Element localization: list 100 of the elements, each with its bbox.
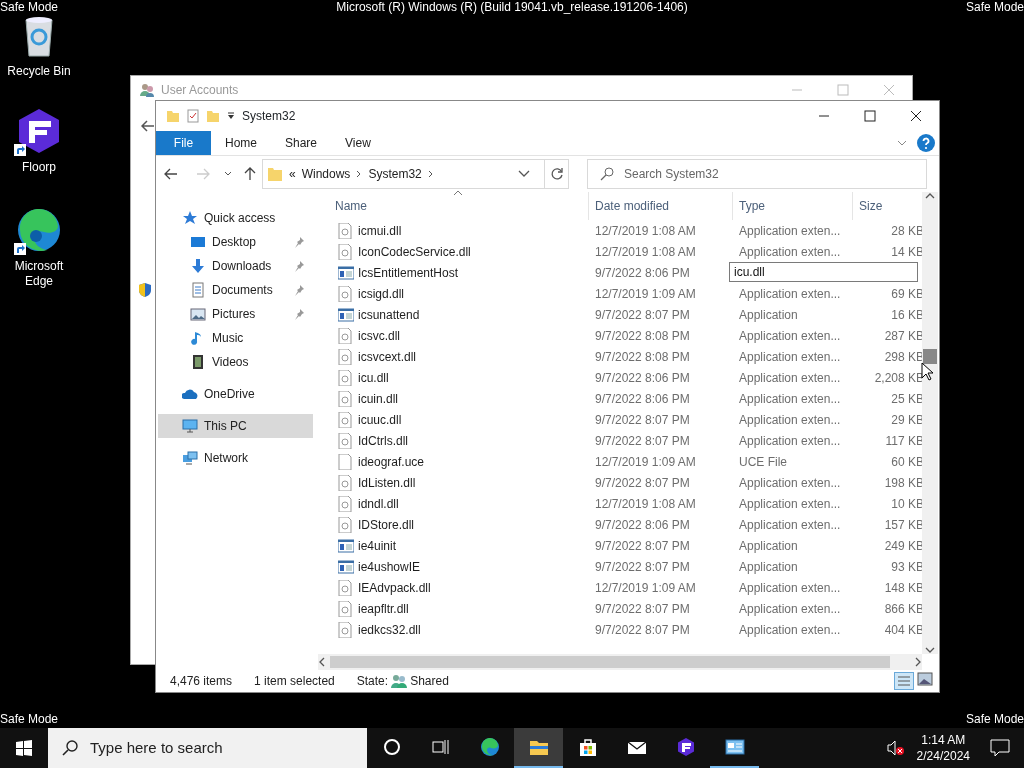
desktop-icon-label[interactable]: Microsoft Edge <box>0 259 78 289</box>
column-header[interactable]: Name <box>329 192 589 220</box>
nav-item[interactable]: Downloads <box>158 254 313 278</box>
date-cell-text: 12/7/2019 1:09 AM <box>594 453 697 471</box>
chevron-down-icon[interactable] <box>224 171 232 177</box>
column-header[interactable]: Type <box>733 192 853 220</box>
help-icon[interactable] <box>917 134 935 152</box>
file-name[interactable]: icsvc.dll <box>329 326 589 345</box>
sort-caret-icon <box>453 190 463 196</box>
type-cell-text: Application exten... <box>738 579 842 597</box>
nav-item[interactable]: Pictures <box>158 302 313 326</box>
overflow-chevron[interactable]: « <box>289 165 296 183</box>
file-name[interactable]: icsvcext.dll <box>329 347 589 366</box>
control-panel-icon[interactable] <box>724 737 745 757</box>
scroll-left-icon[interactable] <box>318 657 326 667</box>
horizontal-scrollbar[interactable] <box>318 654 922 670</box>
file-name[interactable]: ie4uinit <box>329 536 589 555</box>
file-name[interactable]: icuuc.dll <box>329 410 589 429</box>
up-arrow-icon[interactable] <box>244 167 256 181</box>
checklist-icon[interactable] <box>186 109 200 123</box>
type-cell-text: Application exten... <box>738 390 842 408</box>
type-cell-text: Application exten... <box>738 327 842 345</box>
swirl-logo-icon[interactable] <box>479 737 500 757</box>
nav-item[interactable]: Network <box>158 446 313 470</box>
file-name[interactable]: icmui.dll <box>329 221 589 240</box>
dll-file-icon <box>338 495 354 512</box>
back-arrow-icon[interactable] <box>164 168 178 180</box>
file-name[interactable]: IconCodecService.dll <box>329 242 589 261</box>
file-name[interactable]: IEAdvpack.dll <box>329 578 589 597</box>
clock-time[interactable]: 1:14 AM <box>916 732 970 748</box>
chevron-down-icon[interactable] <box>518 170 530 178</box>
type-cell-text: Application exten... <box>738 474 842 492</box>
taskbar-search-field[interactable]: Type here to search <box>48 728 367 768</box>
vertical-scrollbar[interactable] <box>922 192 938 654</box>
cursor-icon <box>921 362 933 381</box>
breadcrumb[interactable]: System32 <box>368 165 422 183</box>
scroll-up-icon[interactable] <box>925 192 935 200</box>
refresh-icon[interactable] <box>549 167 564 181</box>
shopping-bag-icon[interactable] <box>577 737 598 757</box>
notification-icon[interactable] <box>990 739 1010 757</box>
ribbon-tab[interactable]: View <box>331 131 385 155</box>
file-name[interactable]: ieapfltr.dll <box>329 599 589 618</box>
users-icon <box>391 673 408 689</box>
date-cell-text: 9/7/2022 8:06 PM <box>594 390 691 408</box>
ribbon-tab[interactable]: Share <box>271 131 332 155</box>
nav-item[interactable]: This PC <box>158 414 313 438</box>
type-cell-text: Application exten... <box>738 222 842 240</box>
window-title: System32 <box>242 108 296 125</box>
desktop-icon-label[interactable]: Floorp <box>22 160 56 175</box>
nav-item[interactable]: Videos <box>158 350 313 374</box>
file-name[interactable]: icu.dll <box>329 368 589 387</box>
scroll-down-icon[interactable] <box>925 646 935 654</box>
thumbnail-view-icon[interactable] <box>917 672 933 686</box>
file-name[interactable]: idndl.dll <box>329 494 589 513</box>
file-name[interactable]: iedkcs32.dll <box>329 620 589 639</box>
scroll-thumb[interactable] <box>330 656 890 668</box>
type-cell-text: Application exten... <box>738 348 842 366</box>
search-field[interactable]: Search System32 <box>587 159 927 189</box>
file-name[interactable]: IcsEntitlementHost <box>329 263 589 282</box>
task-view-icon[interactable] <box>430 737 451 757</box>
date-cell-text: 9/7/2022 8:08 PM <box>594 348 691 366</box>
nav-item[interactable]: Music <box>158 326 313 350</box>
file-name[interactable]: icsunattend <box>329 305 589 324</box>
download-arrow-icon <box>190 258 206 274</box>
speaker-muted-icon[interactable] <box>886 740 905 756</box>
file-name[interactable]: ideograf.uce <box>329 452 589 471</box>
nav-item[interactable]: OneDrive <box>158 382 313 406</box>
dropdown-icon[interactable] <box>226 111 236 121</box>
scroll-thumb[interactable] <box>923 349 937 364</box>
dll-file-icon <box>338 600 354 617</box>
address-bar[interactable]: « Windows System32 <box>262 159 569 189</box>
chevron-right-icon[interactable] <box>356 170 363 178</box>
column-header[interactable]: Date modified <box>589 192 733 220</box>
application-icon <box>338 306 354 323</box>
file-name[interactable]: IDStore.dll <box>329 515 589 534</box>
nav-item[interactable]: Quick access <box>158 206 313 230</box>
ribbon-tab[interactable]: File <box>156 131 211 155</box>
circle-icon[interactable] <box>381 737 402 757</box>
chevron-down-icon[interactable] <box>897 139 907 147</box>
breadcrumb[interactable]: Windows <box>301 165 351 183</box>
clock-date[interactable]: 2/24/2024 <box>916 748 970 764</box>
date-cell-text: 9/7/2022 8:07 PM <box>594 621 691 639</box>
windows-start-icon[interactable] <box>16 740 32 756</box>
hexagon-logo-icon[interactable] <box>675 737 696 757</box>
nav-item[interactable]: Documents <box>158 278 313 302</box>
ribbon-tab[interactable]: Home <box>211 131 271 155</box>
rename-field[interactable]: icu.dll <box>729 262 918 282</box>
file-name[interactable]: icsigd.dll <box>329 284 589 303</box>
scroll-right-icon[interactable] <box>914 657 922 667</box>
window-title: User Accounts <box>161 82 239 99</box>
file-name[interactable]: ie4ushowIE <box>329 557 589 576</box>
file-name[interactable]: IdCtrls.dll <box>329 431 589 450</box>
back-arrow-icon[interactable] <box>141 120 155 132</box>
nav-item[interactable]: Desktop <box>158 230 313 254</box>
file-name[interactable]: IdListen.dll <box>329 473 589 492</box>
file-name[interactable]: icuin.dll <box>329 389 589 408</box>
dll-file-icon <box>338 432 354 449</box>
desktop-icon-label[interactable]: Recycle Bin <box>7 64 71 79</box>
chevron-right-icon[interactable] <box>427 170 434 178</box>
taskbar-button[interactable] <box>514 728 563 768</box>
